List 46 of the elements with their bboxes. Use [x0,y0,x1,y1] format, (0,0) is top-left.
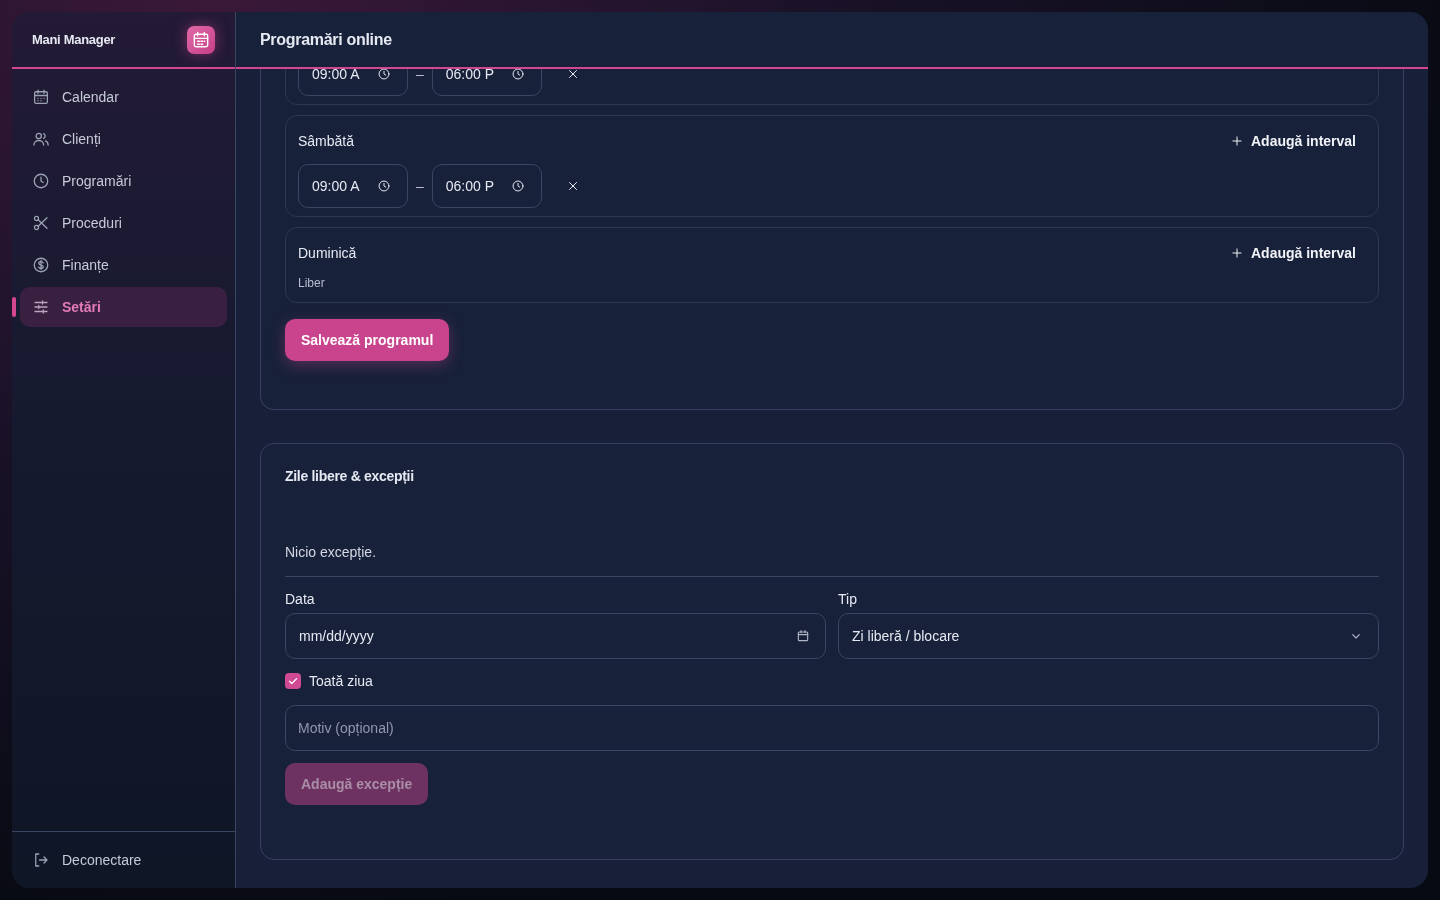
page-title: Programări online [260,30,392,49]
time-field[interactable]: 06:00 P [431,69,542,96]
nav-item[interactable]: Clienți [20,119,227,159]
logout-icon [32,851,50,869]
dollar-icon [32,256,50,274]
section-title: Zile libere & excepții [285,468,415,484]
checkbox[interactable] [285,673,301,689]
clock-icon [377,179,391,193]
save-schedule-button[interactable]: Salvează programul [285,319,450,361]
nav-item[interactable]: Setări [20,287,227,327]
check-icon [287,675,299,687]
date-field[interactable]: mm/dd/yyyy [285,613,826,659]
range-dash: – [416,69,424,82]
clock-icon [32,172,50,190]
range-dash: – [416,178,424,194]
time-field[interactable]: 06:00 P [431,164,542,208]
empty-message: Nicio excepție. [285,544,1379,577]
field-label: Tip [838,591,858,607]
day-name: Duminică [298,245,357,261]
add-interval-button[interactable]: Adaugă interval [1219,243,1366,263]
nav-item[interactable]: Programări [20,161,227,201]
plus-icon [1229,246,1244,260]
scissors-icon [32,214,50,232]
plus-icon [1229,134,1244,148]
sliders-icon [32,298,50,316]
type-dropdown[interactable]: Zi liberă / blocare [838,613,1379,659]
clock-icon [510,69,525,81]
nav-item[interactable]: Calendar [20,77,227,117]
checkbox-label: Toată ziua [309,673,373,689]
clock-icon [510,179,525,193]
logout-button[interactable]: Deconectare [32,840,142,880]
field-label: Data [285,591,316,607]
nav-item[interactable]: Finanțe [20,245,227,285]
day-name: Sâmbătă [298,133,355,149]
time-field[interactable]: 09:00 A [298,164,408,208]
clock-icon [377,69,391,81]
nav-item[interactable]: Proceduri [20,203,227,243]
day-status: Liber [298,276,326,290]
users-icon [32,130,50,148]
calendar-icon [32,88,50,106]
active-indicator [12,297,16,317]
time-field[interactable]: 09:00 A [298,69,408,96]
calendar-icon [795,628,811,644]
brand-name: Mani Manager [32,32,116,47]
add-interval-button[interactable]: Adaugă interval [1219,131,1366,151]
reason-field[interactable]: Motiv (opțional) [285,705,1379,751]
